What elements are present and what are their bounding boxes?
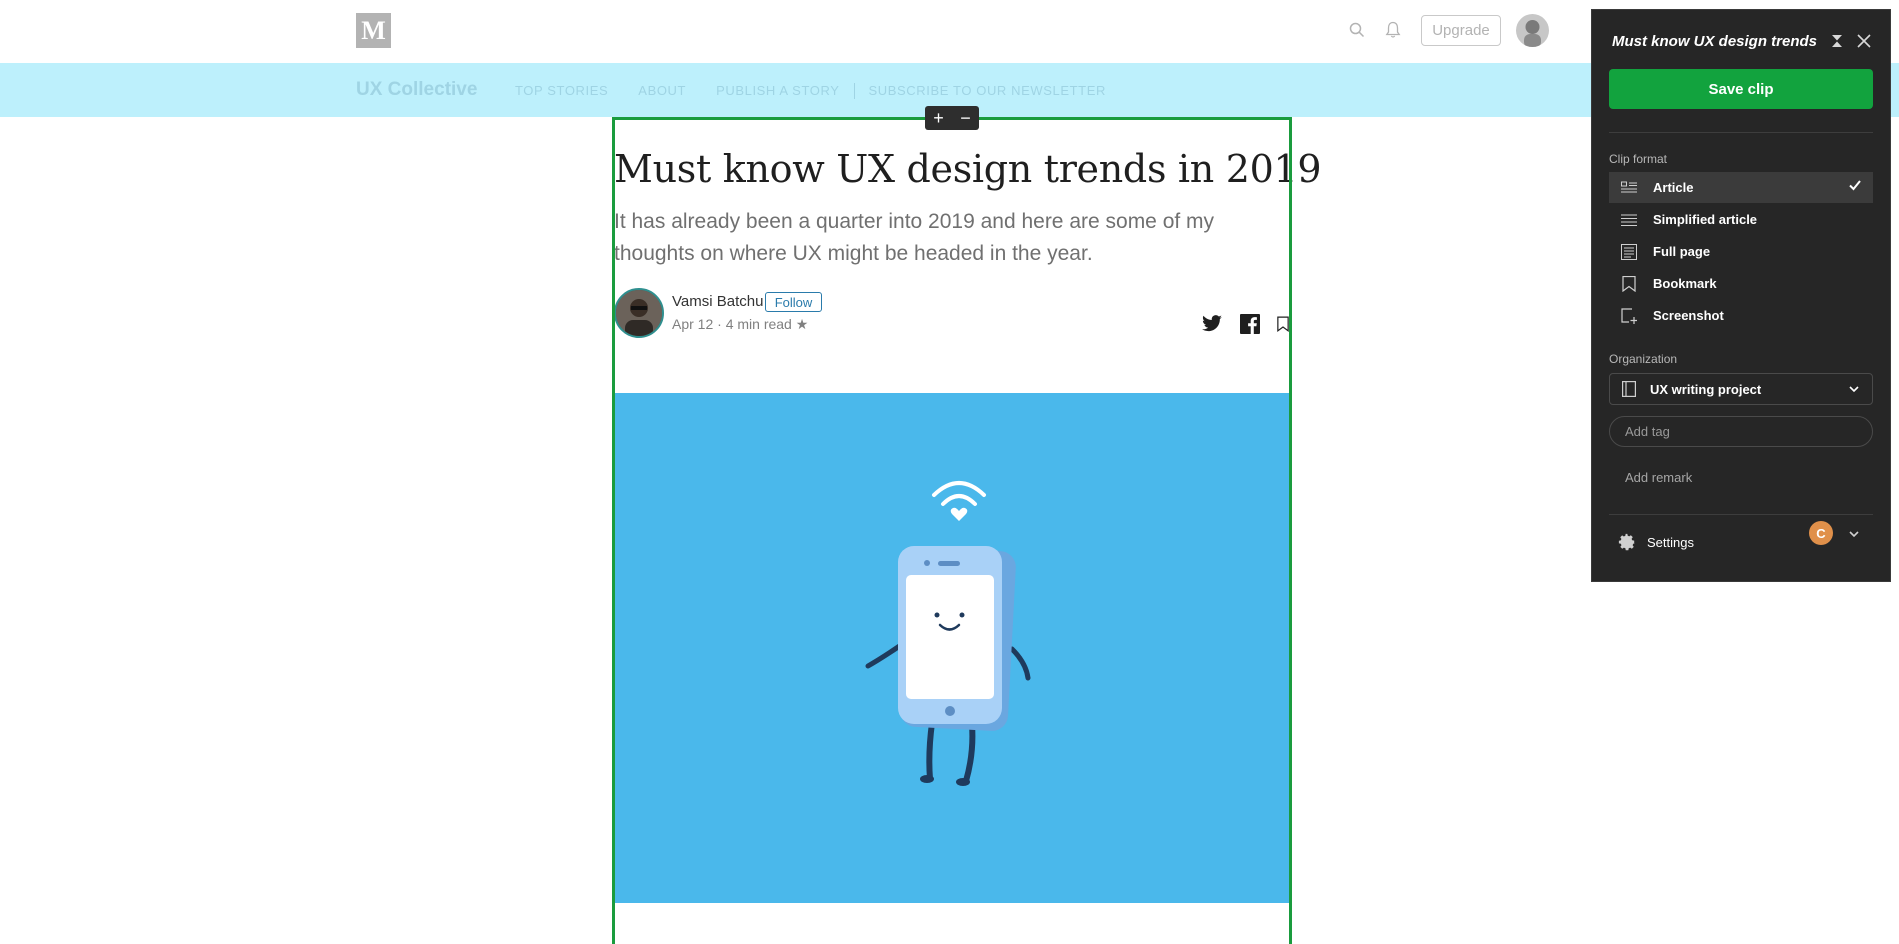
- format-article[interactable]: Article: [1609, 172, 1873, 203]
- author-avatar[interactable]: [614, 288, 664, 338]
- expand-selection-button[interactable]: +: [925, 106, 952, 130]
- notebook-name: UX writing project: [1650, 381, 1762, 397]
- article-meta: Apr 12 · 4 min read ★: [672, 316, 809, 332]
- settings-label: Settings: [1647, 534, 1694, 550]
- search-icon[interactable]: [1347, 20, 1367, 40]
- format-label: Simplified article: [1653, 212, 1758, 227]
- article-format-icon: [1620, 179, 1638, 197]
- divider: [1609, 132, 1873, 133]
- nav-about[interactable]: ABOUT: [638, 83, 686, 99]
- format-label: Full page: [1653, 244, 1711, 259]
- follow-button[interactable]: Follow: [765, 292, 822, 312]
- screenshot-icon: [1620, 307, 1638, 325]
- format-screenshot[interactable]: Screenshot: [1609, 300, 1873, 331]
- web-clipper-panel: Must know UX design trends in Save clip …: [1591, 9, 1891, 582]
- twitter-icon[interactable]: [1201, 313, 1223, 335]
- medium-logo[interactable]: M: [356, 13, 391, 48]
- shrink-selection-button[interactable]: −: [952, 106, 979, 130]
- upgrade-button[interactable]: Upgrade: [1421, 15, 1501, 46]
- bell-icon[interactable]: [1383, 20, 1403, 40]
- article-title: Must know UX design trends in 2019: [614, 147, 1322, 191]
- clip-format-label: Clip format: [1609, 152, 1668, 166]
- screen: M Upgrade UX Collective TOP STORIES ABOU…: [0, 0, 1899, 944]
- gear-icon: [1617, 532, 1637, 552]
- chevron-down-icon: [1848, 383, 1860, 398]
- account-chevron-down-icon[interactable]: [1848, 527, 1860, 545]
- avatar[interactable]: [1516, 14, 1549, 47]
- hero-image: [614, 393, 1290, 903]
- selection-zoom-control: + −: [925, 106, 979, 130]
- notebook-icon: [1620, 380, 1638, 398]
- bookmark-format-icon: [1620, 275, 1638, 293]
- simplified-article-icon: [1620, 211, 1638, 229]
- phone-character-illustration: [614, 393, 1290, 903]
- article-subtitle: It has already been a quarter into 2019 …: [614, 210, 1215, 265]
- add-remark-link[interactable]: Add remark: [1625, 470, 1692, 485]
- organization-label: Organization: [1609, 352, 1678, 366]
- facebook-icon[interactable]: [1239, 313, 1261, 335]
- account-avatar[interactable]: C: [1809, 521, 1833, 545]
- author-name[interactable]: Vamsi Batchu: [672, 293, 763, 310]
- checkmark-icon: [1848, 178, 1862, 195]
- collapse-icon[interactable]: [1828, 32, 1846, 50]
- full-page-icon: [1620, 243, 1638, 261]
- close-icon[interactable]: [1855, 32, 1873, 50]
- format-full-page[interactable]: Full page: [1609, 236, 1873, 267]
- nav-newsletter[interactable]: SUBSCRIBE TO OUR NEWSLETTER: [869, 83, 1106, 99]
- nav-divider: [853, 83, 855, 99]
- clip-title[interactable]: Must know UX design trends in: [1612, 33, 1817, 50]
- publication-nav: TOP STORIES ABOUT PUBLISH A STORY SUBSCR…: [515, 83, 1136, 99]
- format-label: Screenshot: [1653, 308, 1724, 323]
- format-label: Bookmark: [1653, 276, 1717, 291]
- nav-publish-story[interactable]: PUBLISH A STORY: [716, 83, 839, 99]
- settings-row[interactable]: Settings: [1609, 530, 1873, 554]
- notebook-select[interactable]: UX writing project: [1609, 373, 1873, 405]
- save-clip-button[interactable]: Save clip: [1609, 69, 1873, 109]
- nav-top-stories[interactable]: TOP STORIES: [515, 83, 608, 99]
- format-bookmark[interactable]: Bookmark: [1609, 268, 1873, 299]
- format-simplified-article[interactable]: Simplified article: [1609, 204, 1873, 235]
- format-label: Article: [1653, 180, 1694, 195]
- publication-name[interactable]: UX Collective: [356, 79, 477, 101]
- bookmark-icon[interactable]: [1277, 313, 1289, 335]
- add-tag-input[interactable]: Add tag: [1609, 416, 1873, 447]
- divider: [1609, 514, 1873, 515]
